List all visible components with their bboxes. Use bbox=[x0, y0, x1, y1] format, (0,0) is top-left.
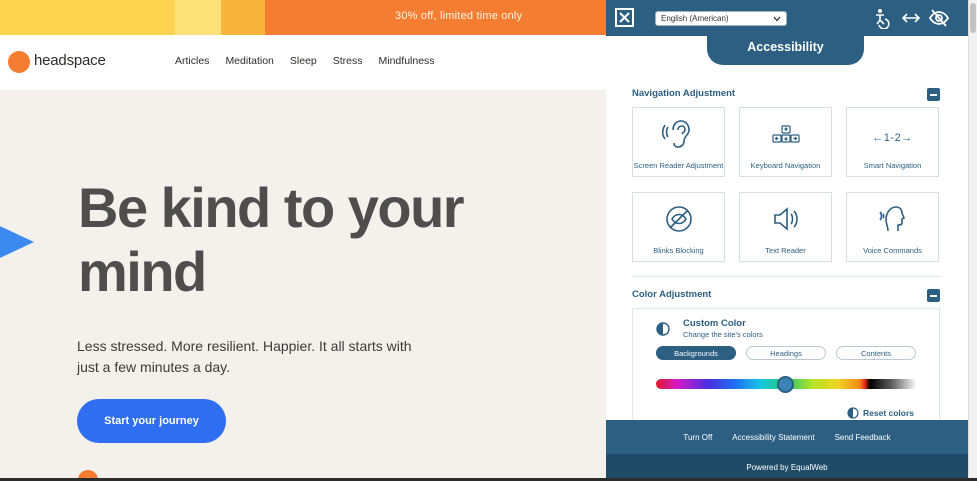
tile-label: Text Reader bbox=[765, 245, 806, 255]
reset-colors-label: Reset colors bbox=[863, 408, 915, 418]
segment-headings[interactable]: Headings bbox=[746, 346, 826, 360]
collapse-navigation-button[interactable] bbox=[927, 88, 940, 101]
hero-subtitle: Less stressed. More resilient. Happier. … bbox=[77, 338, 412, 375]
tile-label: Voice Commands bbox=[863, 245, 922, 255]
tile-label: Smart Navigation bbox=[863, 160, 922, 170]
color-adjustment-title: Color Adjustment bbox=[632, 289, 712, 300]
color-slider-handle[interactable] bbox=[777, 376, 794, 393]
section-divider bbox=[632, 276, 940, 277]
custom-color-subtitle: Change the site's colors bbox=[683, 330, 763, 339]
page-scrollbar[interactable] bbox=[968, 0, 977, 481]
tile-label: Screen Reader Adjustment bbox=[633, 160, 724, 170]
custom-color-title: Custom Color bbox=[683, 318, 746, 329]
collapse-color-button[interactable] bbox=[927, 289, 940, 302]
tab-accessibility[interactable]: Accessibility bbox=[707, 30, 864, 65]
decorative-blue-shape bbox=[0, 212, 34, 272]
close-icon[interactable] bbox=[615, 8, 634, 27]
language-select-value: English (American) bbox=[661, 14, 729, 23]
site-header: headspace Articles Meditation Sleep Stre… bbox=[0, 35, 606, 90]
accessibility-statement-link[interactable]: Accessibility Statement bbox=[732, 433, 814, 442]
promo-text[interactable]: 30% off, limited time only bbox=[395, 10, 522, 22]
smart-navigation-icon: ←1-2→ bbox=[872, 132, 913, 144]
blinks-blocking-tile[interactable]: Blinks Blocking bbox=[632, 192, 725, 262]
panel-footer: Turn Off Accessibility Statement Send Fe… bbox=[606, 420, 968, 454]
blink-block-icon bbox=[665, 206, 692, 232]
language-select[interactable]: English (American) bbox=[655, 11, 787, 26]
nav-link-mindfulness[interactable]: Mindfulness bbox=[379, 55, 435, 67]
tile-label: Keyboard Navigation bbox=[750, 160, 821, 170]
reset-icon bbox=[847, 407, 859, 419]
start-journey-button[interactable]: Start your journey bbox=[77, 399, 226, 443]
reset-colors-button[interactable]: Reset colors bbox=[847, 407, 914, 419]
smart-navigation-tile[interactable]: ←1-2→ Smart Navigation bbox=[846, 107, 939, 177]
segment-contents[interactable]: Contents bbox=[836, 346, 916, 360]
screen-reader-adjustment-tile[interactable]: Screen Reader Adjustment bbox=[632, 107, 725, 177]
promo-banner[interactable]: 30% off, limited time only bbox=[0, 0, 606, 35]
nav-link-stress[interactable]: Stress bbox=[333, 55, 363, 67]
accessibility-person-icon[interactable] bbox=[871, 7, 893, 30]
custom-color-card: Custom Color Change the site's colors Ba… bbox=[632, 308, 940, 428]
powered-by-text[interactable]: Powered by EqualWeb bbox=[746, 463, 827, 472]
promo-stripe bbox=[175, 0, 221, 35]
arrows-horizontal-icon[interactable] bbox=[900, 7, 922, 29]
accessibility-panel: English (American) Accessibility Navigat… bbox=[606, 0, 968, 481]
eye-off-icon[interactable] bbox=[928, 7, 950, 29]
powered-by-bar[interactable]: Powered by EqualWeb bbox=[606, 454, 968, 481]
ear-icon bbox=[661, 120, 690, 148]
hero-title: Be kind to your mind bbox=[78, 176, 465, 303]
voice-icon bbox=[878, 206, 905, 232]
tile-label: Blinks Blocking bbox=[653, 245, 704, 255]
headspace-page: 30% off, limited time only headspace Art… bbox=[0, 0, 606, 481]
segment-backgrounds[interactable]: Backgrounds bbox=[656, 346, 736, 360]
contrast-icon bbox=[656, 322, 670, 336]
nav-link-articles[interactable]: Articles bbox=[175, 55, 209, 67]
turn-off-link[interactable]: Turn Off bbox=[683, 433, 712, 442]
navigation-adjustment-title: Navigation Adjustment bbox=[632, 88, 736, 99]
scrollbar-thumb[interactable] bbox=[970, 3, 976, 33]
chevron-down-icon bbox=[773, 16, 781, 21]
nav-link-meditation[interactable]: Meditation bbox=[225, 55, 273, 67]
headspace-logo-icon[interactable] bbox=[8, 51, 30, 73]
main-nav: Articles Meditation Sleep Stress Mindful… bbox=[175, 55, 435, 67]
headspace-logo-text[interactable]: headspace bbox=[34, 52, 106, 69]
promo-stripe bbox=[0, 0, 175, 35]
send-feedback-link[interactable]: Send Feedback bbox=[835, 433, 891, 442]
promo-stripe bbox=[221, 0, 265, 35]
voice-commands-tile[interactable]: Voice Commands bbox=[846, 192, 939, 262]
nav-link-sleep[interactable]: Sleep bbox=[290, 55, 317, 67]
speaker-icon bbox=[773, 207, 798, 231]
keyboard-icon bbox=[771, 125, 800, 143]
keyboard-navigation-tile[interactable]: Keyboard Navigation bbox=[739, 107, 832, 177]
text-reader-tile[interactable]: Text Reader bbox=[739, 192, 832, 262]
